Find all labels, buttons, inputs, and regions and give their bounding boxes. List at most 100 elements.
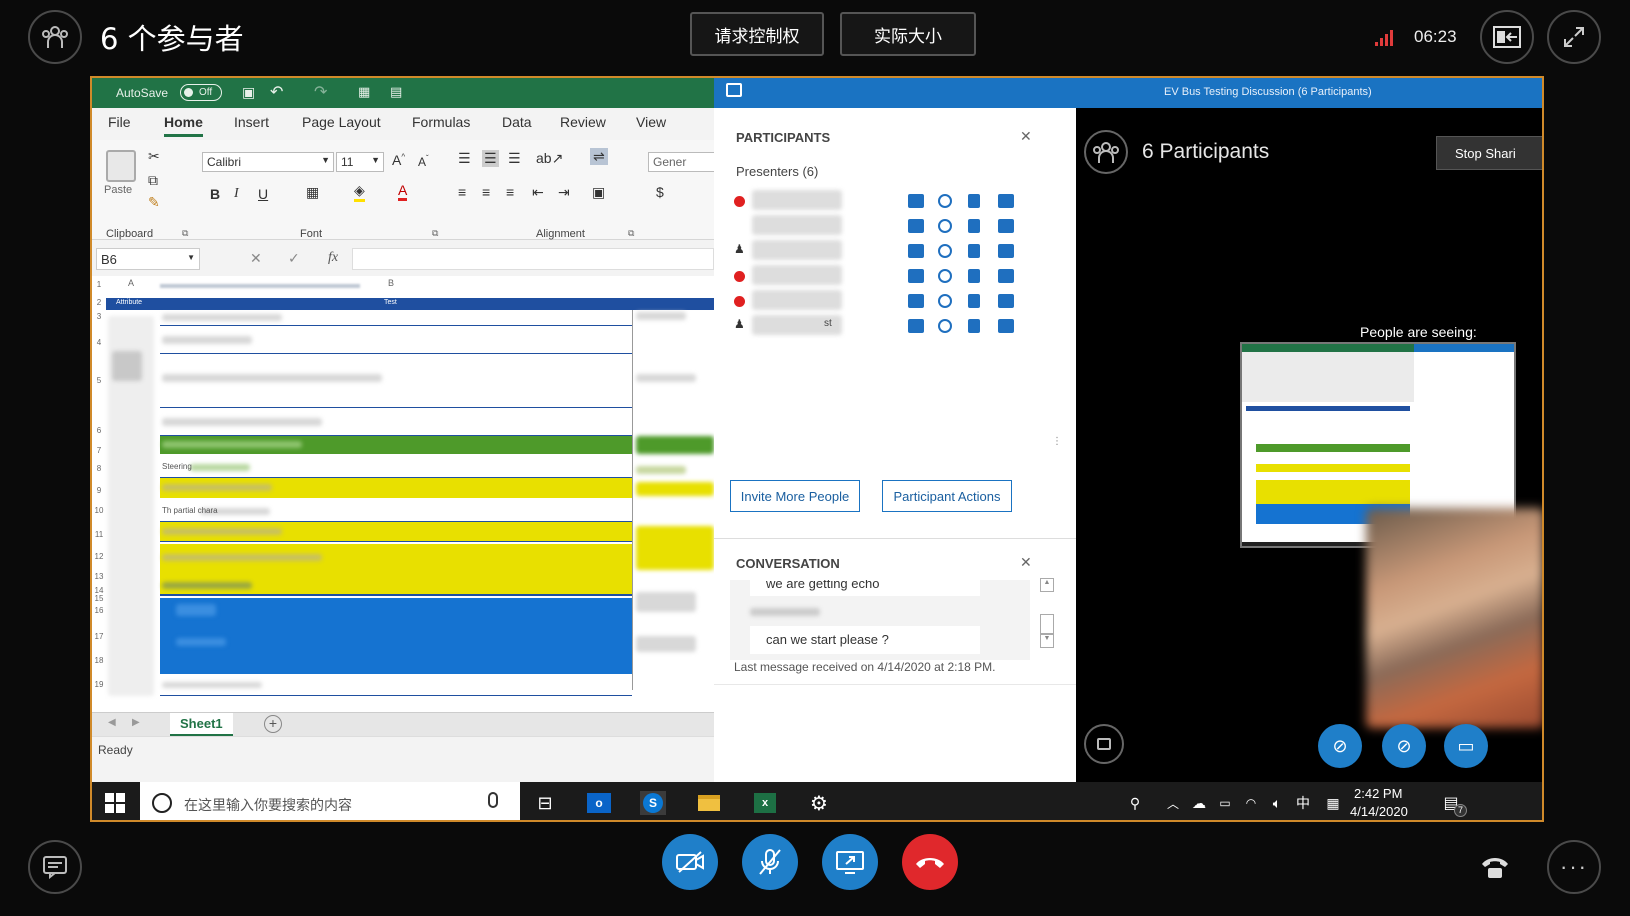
close-conversation-icon[interactable]: ✕ <box>1020 554 1032 571</box>
close-participants-icon[interactable]: ✕ <box>1020 128 1032 145</box>
menu-data[interactable]: Data <box>502 114 532 130</box>
participant-microphone-icon[interactable] <box>938 269 952 283</box>
participant-im-icon[interactable] <box>908 244 924 258</box>
table-row[interactable] <box>160 522 632 542</box>
row-number[interactable]: 12 <box>92 552 106 561</box>
menu-review[interactable]: Review <box>560 114 606 130</box>
table-row[interactable] <box>160 326 632 354</box>
table-row[interactable] <box>160 436 632 454</box>
font-name-select[interactable]: Calibri ▼ <box>202 152 334 172</box>
table-row[interactable] <box>160 574 632 596</box>
participant-share-icon[interactable] <box>998 269 1014 283</box>
battery-icon[interactable]: ▭ <box>1212 791 1238 815</box>
increase-font-icon[interactable]: A^ <box>392 152 405 168</box>
formula-input[interactable] <box>352 248 714 270</box>
ime-indicator[interactable]: 中 <box>1290 791 1316 815</box>
participant-microphone-icon[interactable] <box>938 244 952 258</box>
participant-video-icon[interactable] <box>968 294 980 308</box>
video-off-button[interactable] <box>662 834 718 890</box>
add-sheet-icon[interactable]: + <box>264 715 282 733</box>
stage-share-button[interactable]: ▭ <box>1444 724 1488 768</box>
scroll-left-icon[interactable]: ◀ <box>108 717 116 728</box>
microphone-icon[interactable] <box>488 792 498 808</box>
table-row[interactable] <box>160 478 632 498</box>
dialog-launcher-icon[interactable]: ⧉ <box>628 228 634 239</box>
file-explorer-icon[interactable] <box>696 791 722 815</box>
participant-im-icon[interactable] <box>908 294 924 308</box>
align-top-icon[interactable]: ☰ <box>458 150 471 167</box>
row-number[interactable]: 3 <box>92 312 106 321</box>
actual-size-button[interactable]: 实际大小 <box>840 12 976 56</box>
participant-video-icon[interactable] <box>968 194 980 208</box>
table-row[interactable]: Th partial chara <box>160 500 632 522</box>
participant-video-icon[interactable] <box>968 244 980 258</box>
stage-chat-button[interactable] <box>1084 724 1124 764</box>
participant-share-icon[interactable] <box>998 244 1014 258</box>
currency-icon[interactable]: $ <box>656 184 664 200</box>
header-cell-test[interactable]: Test <box>384 299 397 306</box>
font-size-select[interactable]: 11 ▼ <box>336 152 384 172</box>
table-row[interactable] <box>160 408 632 436</box>
row-number[interactable]: 13 <box>92 572 106 581</box>
spreadsheet-grid[interactable]: A B Attribute Test 1 2 3 4 5 6 7 8 9 10 11 12 13 14 15… <box>92 276 714 712</box>
row-number[interactable]: 6 <box>92 426 106 435</box>
skype-business-icon[interactable]: S <box>640 791 666 815</box>
row-number[interactable]: 19 <box>92 680 106 689</box>
participant-share-icon[interactable] <box>998 194 1014 208</box>
menu-file[interactable]: File <box>108 114 131 130</box>
align-bottom-icon[interactable]: ☰ <box>508 150 521 167</box>
switch-layout-button[interactable] <box>1480 10 1534 64</box>
volume-icon[interactable]: 🔈︎ <box>1264 791 1290 815</box>
print-preview-icon[interactable]: ▤ <box>390 84 402 100</box>
row-number[interactable]: 18 <box>92 656 106 665</box>
participant-video-icon[interactable] <box>968 269 980 283</box>
row-number[interactable]: 11 <box>92 530 106 539</box>
wifi-icon[interactable]: ◠ <box>1238 791 1264 815</box>
bold-icon[interactable]: B <box>210 186 220 202</box>
underline-icon[interactable]: U <box>258 186 268 202</box>
participant-row[interactable] <box>728 190 1038 212</box>
taskbar-search-box[interactable]: 在这里输入你要搜索的内容 <box>140 782 520 820</box>
stage-video-button[interactable]: ⊘ <box>1318 724 1362 768</box>
row-number[interactable]: 5 <box>92 376 106 385</box>
decrease-indent-icon[interactable]: ⇤ <box>532 184 544 201</box>
format-painter-icon[interactable]: ✎ <box>148 194 160 211</box>
row-number[interactable]: 15 <box>92 594 106 603</box>
fill-color-icon[interactable]: ◈ <box>354 182 365 202</box>
stage-mute-button[interactable]: ⊘ <box>1382 724 1426 768</box>
name-box[interactable]: B6 ▼ <box>96 248 200 270</box>
insert-function-icon[interactable]: fx <box>328 250 338 266</box>
row-number[interactable]: 8 <box>92 464 106 473</box>
mute-button[interactable] <box>742 834 798 890</box>
row-number[interactable]: 4 <box>92 338 106 347</box>
phone-audio-icon[interactable] <box>1480 854 1510 880</box>
taskbar-time[interactable]: 2:42 PM <box>1354 786 1402 801</box>
more-options-button[interactable]: ··· <box>1547 840 1601 894</box>
input-mode-icon[interactable]: ▦ <box>1320 791 1346 815</box>
cut-icon[interactable]: ✂ <box>148 148 160 165</box>
table-row[interactable] <box>160 544 632 574</box>
chat-toggle-button[interactable] <box>28 840 82 894</box>
windows-start-icon[interactable] <box>102 791 128 815</box>
merge-center-icon[interactable]: ▣ <box>592 184 605 201</box>
number-format-select[interactable]: Gener <box>648 152 714 172</box>
orientation-icon[interactable]: ab↗ <box>536 150 563 167</box>
fullscreen-button[interactable] <box>1547 10 1601 64</box>
task-view-icon[interactable]: ⊟ <box>532 791 558 815</box>
tray-chevron-icon[interactable]: ︿ <box>1160 791 1186 815</box>
redo-icon[interactable]: ↷ <box>314 82 327 102</box>
participant-share-icon[interactable] <box>998 294 1014 308</box>
hang-up-button[interactable] <box>902 834 958 890</box>
request-control-button[interactable]: 请求控制权 <box>690 12 824 56</box>
row-number[interactable]: 7 <box>92 446 106 455</box>
participant-row[interactable] <box>728 290 1038 312</box>
save-icon[interactable]: ▣ <box>242 84 255 101</box>
participant-im-icon[interactable] <box>908 319 924 333</box>
participant-share-icon[interactable] <box>998 319 1014 333</box>
borders-icon[interactable]: ▦ <box>306 184 319 201</box>
participant-im-icon[interactable] <box>908 269 924 283</box>
table-row[interactable] <box>160 310 632 326</box>
table-row[interactable]: Steering <box>160 456 632 478</box>
table-row[interactable] <box>160 674 632 696</box>
chat-icon[interactable] <box>726 83 742 97</box>
